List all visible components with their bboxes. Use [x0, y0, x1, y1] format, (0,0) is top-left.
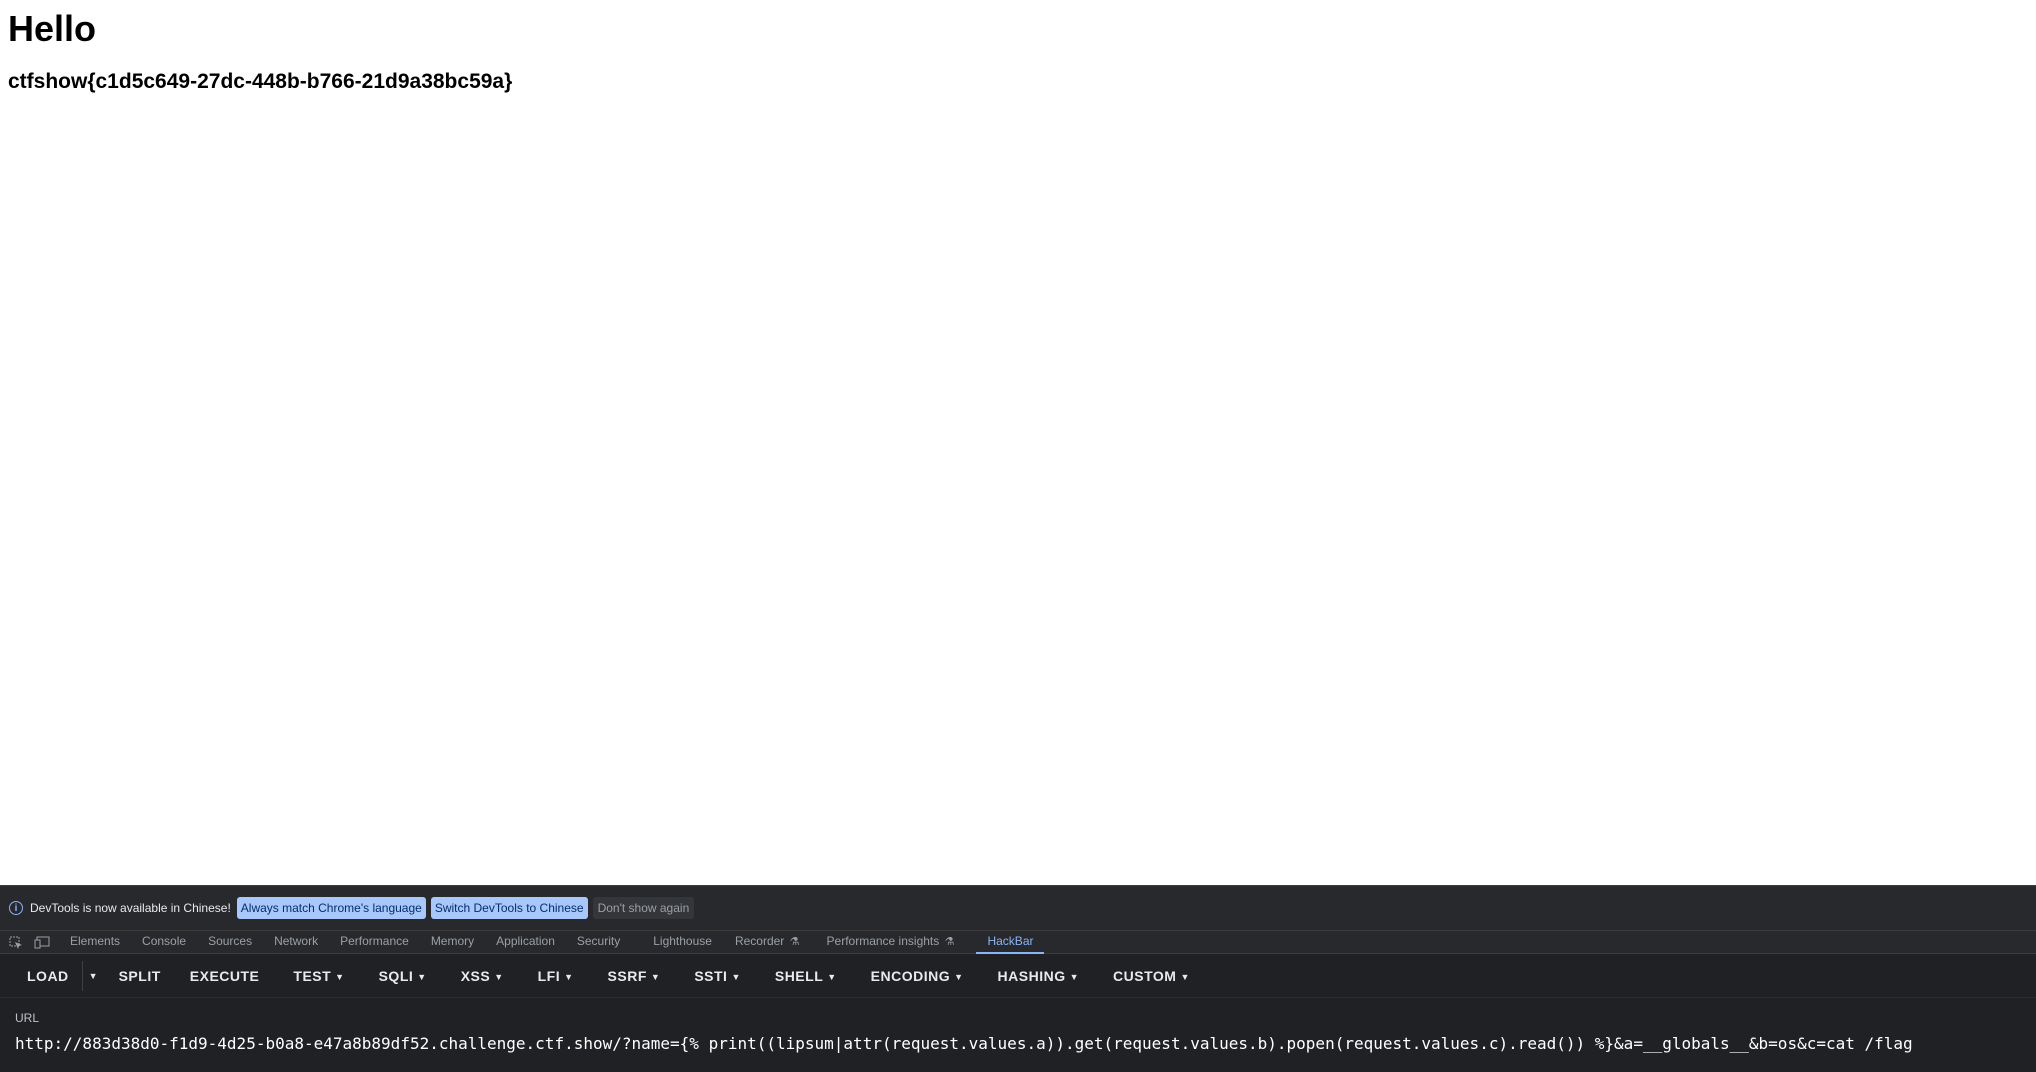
chevron-down-icon: ▼	[827, 971, 837, 982]
page-heading: Hello	[8, 8, 97, 49]
tab-memory[interactable]: Memory	[420, 930, 485, 954]
hackbar-toolbar: LOAD ▼ SPLIT EXECUTE TEST ▼ SQLI ▼ XSS ▼ LF…	[0, 954, 2036, 998]
lfi-menu-label: LFI	[537, 967, 561, 984]
split-button[interactable]: SPLIT	[106, 954, 174, 998]
experiment-flask-icon: ⚗	[944, 936, 955, 948]
tab-sources[interactable]: Sources	[197, 930, 263, 954]
sqli-menu[interactable]: SQLI ▼	[358, 954, 440, 998]
hashing-menu-label: HASHING	[997, 967, 1066, 984]
tab-performance-insights-label: Performance insights	[826, 934, 940, 948]
tab-elements[interactable]: Elements	[59, 930, 131, 954]
device-toolbar-icon[interactable]	[34, 936, 50, 949]
tab-performance-insights[interactable]: Performance insights ⚗	[811, 930, 966, 954]
chevron-down-icon: ▼	[564, 971, 574, 982]
info-icon: i	[9, 901, 23, 915]
chevron-down-icon: ▼	[494, 971, 504, 982]
chevron-down-icon: ▼	[650, 971, 661, 982]
custom-menu-label: CUSTOM	[1113, 967, 1177, 984]
load-button[interactable]: LOAD	[0, 954, 82, 998]
encoding-menu-label: ENCODING	[870, 967, 951, 984]
chevron-down-icon: ▼	[417, 971, 427, 982]
chevron-down-icon: ▼	[731, 971, 741, 982]
tab-lighthouse[interactable]: Lighthouse	[631, 930, 723, 954]
inspect-element-icon[interactable]	[9, 936, 23, 949]
hashing-menu[interactable]: HASHING ▼	[977, 954, 1092, 998]
ssti-menu[interactable]: SSTI ▼	[673, 954, 754, 998]
infobar-message: DevTools is now available in Chinese!	[30, 901, 231, 915]
page-viewport: Hello ctfshow{c1d5c649-27dc-448b-b766-21…	[0, 0, 2036, 885]
tab-hackbar[interactable]: HackBar	[976, 930, 1045, 954]
shell-menu-label: SHELL	[774, 967, 824, 984]
tab-network[interactable]: Network	[263, 930, 329, 954]
load-options-dropdown[interactable]: ▼	[81, 960, 106, 991]
tab-recorder[interactable]: Recorder ⚗	[723, 930, 811, 954]
ssrf-menu[interactable]: SSRF ▼	[587, 954, 674, 998]
chevron-down-icon: ▼	[954, 971, 964, 982]
ssrf-menu-label: SSRF	[607, 967, 647, 984]
encoding-menu[interactable]: ENCODING ▼	[850, 954, 977, 998]
tab-recorder-label: Recorder	[734, 934, 785, 948]
url-input[interactable]	[15, 1028, 2025, 1058]
chevron-down-icon: ▼	[1069, 971, 1080, 982]
shell-menu[interactable]: SHELL ▼	[754, 954, 850, 998]
sqli-menu-label: SQLI	[378, 967, 414, 984]
custom-menu[interactable]: CUSTOM ▼	[1092, 954, 1203, 998]
language-infobar: i DevTools is now available in Chinese! …	[0, 885, 2036, 930]
url-section: URL	[0, 998, 2036, 1072]
test-menu-label: TEST	[293, 967, 332, 984]
dont-show-again-button[interactable]: Don't show again	[592, 897, 695, 919]
test-menu[interactable]: TEST ▼	[272, 954, 357, 998]
execute-button[interactable]: EXECUTE	[174, 954, 273, 998]
chevron-down-icon: ▼	[1180, 971, 1190, 982]
lfi-menu[interactable]: LFI ▼	[517, 954, 587, 998]
devtools-panel: i DevTools is now available in Chinese! …	[0, 885, 2036, 1072]
devtools-tabbar: Elements Console Sources Network Perform…	[0, 930, 2036, 954]
ssti-menu-label: SSTI	[694, 967, 728, 984]
tab-console[interactable]: Console	[131, 930, 197, 954]
flag-text: ctfshow{c1d5c649-27dc-448b-b766-21d9a38b…	[8, 70, 513, 93]
always-match-language-button[interactable]: Always match Chrome's language	[236, 897, 426, 919]
switch-to-chinese-button[interactable]: Switch DevTools to Chinese	[430, 897, 588, 919]
xss-menu-label: XSS	[460, 967, 491, 984]
xss-menu[interactable]: XSS ▼	[440, 954, 517, 998]
tab-application[interactable]: Application	[485, 930, 566, 954]
tab-performance[interactable]: Performance	[329, 930, 420, 954]
chevron-down-icon: ▼	[335, 971, 345, 982]
experiment-flask-icon: ⚗	[789, 936, 800, 948]
tab-security[interactable]: Security	[566, 930, 631, 954]
url-label: URL	[15, 1011, 40, 1025]
